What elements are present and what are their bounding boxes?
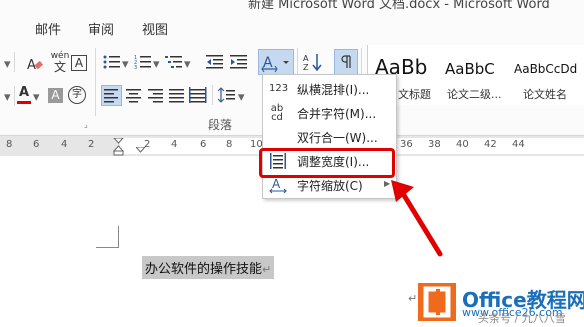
font-color-icon[interactable]: A [17,86,31,104]
separator [95,48,96,116]
red-arrow-annotation [388,178,448,264]
dropdown-arrow-icon[interactable]: ▾ [184,57,191,73]
menu-item-combine-characters[interactable]: ab cd 合并字符(M)... [263,101,396,125]
menu-item-label: 双行合一(W)... [297,131,378,145]
paragraph-mark-icon: ↵ [262,263,272,276]
document-text: 办公软件的操作技能 [145,262,263,277]
ruler-number: 38 [428,139,441,150]
numbering-icon[interactable]: 123 [134,54,152,74]
ruler-number: 4 [61,139,68,150]
watermark: 头条号 / 九八八雪 [478,312,566,325]
separator [14,86,15,106]
ruler-number: 42 [484,139,497,150]
asian-layout-menu: 123 纵横混排(I)... ab cd 合并字符(M)... 双行合一(W).… [262,74,397,199]
align-center-button[interactable] [125,86,143,108]
phonetic-guide-char: 文 [53,60,66,74]
increase-indent-icon[interactable] [230,54,248,74]
menu-item-label: 纵横混排(I)... [297,83,370,97]
enclose-characters-icon[interactable]: 字 [68,86,86,104]
font-color-letter: A [18,85,30,100]
dropdown-arrow-icon[interactable]: ▾ [153,57,160,73]
ruler-number: 44 [512,139,525,150]
bullets-icon[interactable] [103,54,121,74]
separator [212,85,213,105]
clear-format-icon[interactable]: A [26,55,44,78]
dropdown-arrow-icon[interactable]: ▾ [4,57,11,73]
vertical-in-horizontal-icon: 123 [269,83,289,94]
distributed-align-button[interactable] [189,86,207,108]
multilevel-list-icon[interactable] [165,54,183,74]
ruler-number: 8 [6,139,13,150]
decrease-indent-icon[interactable] [206,54,224,74]
svg-text:3: 3 [134,65,137,70]
tab-review[interactable]: 审阅 [88,19,114,38]
ruler-number: 40 [456,139,469,150]
font-dialog-launcher-icon[interactable]: ⌟ [84,120,88,129]
svg-text:A: A [303,54,309,63]
highlight-box [259,148,395,178]
font-color-bar [17,101,31,104]
svg-text:Z: Z [303,63,309,71]
ruler-number: 2 [88,139,95,150]
paragraph-group-label: 段落 [208,118,233,132]
style-sample-2[interactable]: AaBbC [445,60,495,78]
ruler-number: 36 [400,139,413,150]
dropdown-arrow-icon[interactable]: ▾ [4,90,11,106]
style-sample-3[interactable]: AaBbCcDd [514,62,577,76]
phonetic-guide-icon[interactable]: wén 文 [50,52,70,74]
dropdown-arrow-icon[interactable]: ▾ [238,90,245,106]
office-logo-icon [418,283,456,321]
ruler-number: 4 [171,139,178,150]
svg-text:A: A [272,177,281,191]
first-line-indent-icon[interactable] [134,138,147,157]
selected-document-text[interactable]: 办公软件的操作技能↵ [142,256,275,279]
window-title: 新建 Microsoft Word 文档.docx - Microsoft Wo… [248,0,550,12]
separator [14,52,15,72]
style-name-3[interactable]: 论文姓名 [523,86,567,102]
margin-mark [96,247,118,248]
style-name-1[interactable]: 文标题 [398,86,431,102]
ruler-number: 6 [33,139,40,150]
ruler-number: 8 [226,139,233,150]
sort-icon[interactable]: AZ [303,53,323,75]
menu-item-two-lines-in-one[interactable]: 双行合一(W)... [263,125,396,149]
dropdown-arrow-icon[interactable]: ▾ [33,90,40,106]
align-left-button[interactable] [101,85,122,106]
style-name-2[interactable]: 论文二级... [447,86,502,102]
margin-mark [118,226,119,248]
ruler-number: 6 [200,139,207,150]
menu-item-label: 字符缩放(C) [297,179,363,193]
tab-view[interactable]: 视图 [142,19,168,38]
dropdown-arrow-icon[interactable]: ▾ [122,57,129,73]
line-spacing-icon[interactable] [217,86,236,108]
show-hide-marks-button[interactable] [334,49,358,75]
align-right-button[interactable] [147,86,165,108]
justify-button[interactable] [168,86,186,108]
character-border-icon[interactable]: A [71,55,87,71]
asian-layout-button[interactable]: A [258,49,294,75]
menu-item-label: 合并字符(M)... [297,107,377,121]
character-shading-icon[interactable]: A [48,88,63,103]
menu-item-vertical-in-horizontal[interactable]: 123 纵横混排(I)... [263,77,396,101]
paragraph-mark-icon: ↵ [408,292,418,305]
character-scaling-icon: A [269,176,287,194]
combine-characters-icon: ab cd [270,103,284,123]
tab-mailings[interactable]: 邮件 [35,19,61,38]
